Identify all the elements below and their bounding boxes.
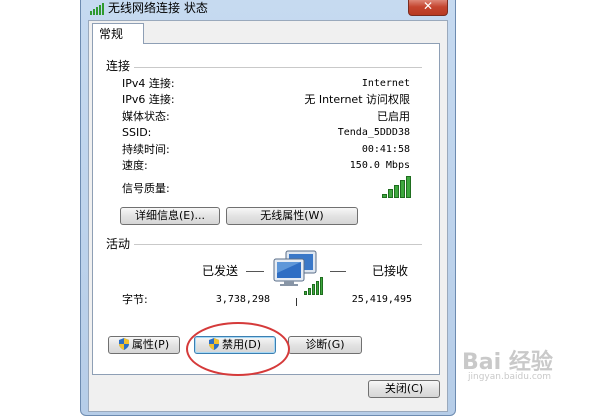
diagnose-button[interactable]: 诊断(G) xyxy=(288,336,362,354)
ipv4-label: IPv4 连接: xyxy=(122,77,175,90)
signal-bar xyxy=(406,176,411,198)
signal-bar xyxy=(316,281,319,295)
received-line xyxy=(330,271,346,272)
ipv6-label: IPv6 连接: xyxy=(122,93,175,106)
signal-bar xyxy=(388,189,393,198)
baidu-watermark-url: jingyan.baidu.com xyxy=(468,372,552,382)
details-button[interactable]: 详细信息(E)... xyxy=(120,207,220,225)
sent-label: 已发送 xyxy=(202,264,239,278)
wireless-properties-button[interactable]: 无线属性(W) xyxy=(226,207,358,225)
signal-bar xyxy=(312,284,315,295)
signal-bar xyxy=(304,291,307,295)
connection-group-label: 连接 xyxy=(106,59,131,73)
activity-signal-icon xyxy=(304,277,324,295)
signal-bar xyxy=(382,194,387,198)
properties-button-label: 属性(P) xyxy=(131,338,170,351)
duration-value: 00:41:58 xyxy=(361,144,410,155)
media-state-label: 媒体状态: xyxy=(122,110,170,123)
window-title: 无线网络连接 状态 xyxy=(108,1,208,15)
signal-bar xyxy=(400,180,405,198)
ssid-value: Tenda_5DDD38 xyxy=(337,127,410,138)
media-state-value: 已启用 xyxy=(377,110,410,123)
sent-line xyxy=(246,271,264,272)
connection-group-divider xyxy=(134,67,422,68)
wireless-signal-icon xyxy=(90,3,104,15)
activity-connector xyxy=(296,298,297,306)
signal-quality-label: 信号质量: xyxy=(122,182,170,195)
signal-strength-icon xyxy=(382,176,412,198)
received-label: 已接收 xyxy=(372,264,409,278)
signal-bar xyxy=(320,277,323,295)
duration-label: 持续时间: xyxy=(122,143,170,156)
ipv4-value: Internet xyxy=(361,78,410,89)
ssid-label: SSID: xyxy=(122,126,152,139)
properties-button[interactable]: 属性(P) xyxy=(108,336,180,354)
uac-shield-icon xyxy=(118,338,129,350)
highlight-circle-annotation xyxy=(186,322,290,376)
bytes-received-value: 25,419,495 xyxy=(351,294,412,305)
activity-group-label: 活动 xyxy=(106,237,131,251)
close-icon: ✕ xyxy=(422,0,434,13)
signal-bar xyxy=(308,288,311,295)
speed-value: 150.0 Mbps xyxy=(349,160,410,171)
tab-general[interactable]: 常规 xyxy=(92,23,144,44)
bytes-label: 字节: xyxy=(122,293,148,306)
close-window-button[interactable]: ✕ xyxy=(408,0,448,16)
speed-label: 速度: xyxy=(122,159,148,172)
signal-bar xyxy=(394,185,399,198)
close-button[interactable]: 关闭(C) xyxy=(368,380,440,398)
bytes-sent-value: 3,738,298 xyxy=(215,294,270,305)
activity-group-divider xyxy=(134,244,422,245)
ipv6-value: 无 Internet 访问权限 xyxy=(304,93,410,106)
